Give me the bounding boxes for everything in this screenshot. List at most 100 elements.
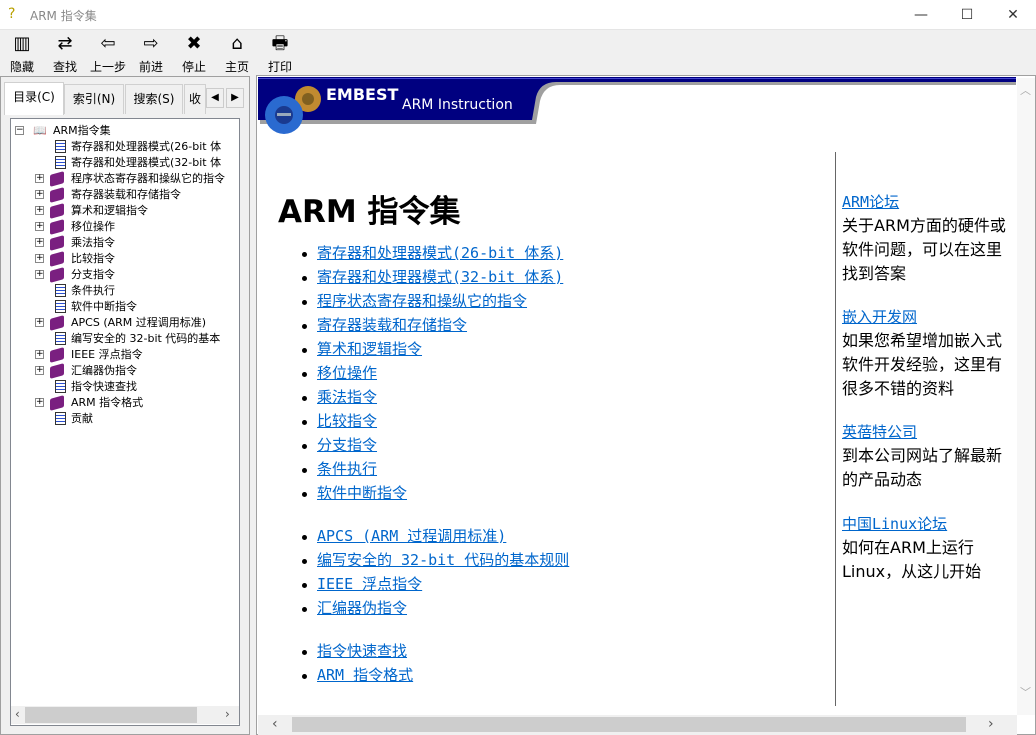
list-item: 软件中断指令: [302, 481, 407, 505]
back-arrow-icon: ⇦: [100, 33, 116, 54]
list-item: 分支指令: [302, 433, 377, 457]
book-icon: [50, 203, 64, 219]
sidebar-link[interactable]: 中国Linux论坛: [842, 515, 947, 533]
toolbar-button-0[interactable]: ▥ 隐藏: [1, 33, 43, 75]
expand-icon[interactable]: +: [35, 190, 44, 199]
toolbar-button-4[interactable]: ✖ 停止: [173, 33, 215, 75]
stop-icon: ✖: [186, 33, 202, 54]
scroll-down-icon[interactable]: ﹀: [1020, 684, 1031, 700]
toolbar-button-5[interactable]: ⌂ 主页: [216, 33, 258, 75]
sidebar-description: 到本公司网站了解最新的产品动态: [842, 446, 1003, 489]
topic-link[interactable]: 比较指令: [317, 412, 377, 430]
expand-icon[interactable]: +: [35, 174, 44, 183]
tab-index[interactable]: 索引(N): [64, 84, 124, 114]
expand-icon[interactable]: +: [35, 270, 44, 279]
page-icon: [55, 140, 66, 153]
horizontal-scrollbar[interactable]: ‹ ›: [258, 715, 1017, 735]
list-item: 寄存器和处理器模式(32-bit 体系): [302, 265, 563, 289]
topic-link[interactable]: 程序状态寄存器和操纵它的指令: [317, 292, 527, 310]
tree-horizontal-scrollbar[interactable]: ‹ ›: [11, 706, 239, 724]
maximize-button[interactable]: ☐: [944, 0, 990, 30]
tree-item-label: 分支指令: [71, 268, 115, 281]
topic-link[interactable]: 移位操作: [317, 364, 377, 382]
close-button[interactable]: ✕: [990, 0, 1036, 30]
tree-item-label: ARM 指令格式: [71, 396, 144, 409]
topic-link[interactable]: 算术和逻辑指令: [317, 340, 422, 358]
expand-icon[interactable]: +: [35, 254, 44, 263]
toolbar-button-1[interactable]: ⇄ 查找: [44, 33, 86, 75]
page-icon: [55, 412, 66, 425]
expand-icon[interactable]: +: [35, 350, 44, 359]
topic-link[interactable]: 汇编器伪指令: [317, 599, 407, 617]
tab-scroll-right-button[interactable]: ▶: [226, 88, 244, 108]
topic-link[interactable]: 寄存器装载和存储指令: [317, 316, 467, 334]
sidebar-link[interactable]: 嵌入开发网: [842, 308, 917, 326]
toolbar-button-label: 查找: [52, 60, 77, 74]
minimize-button[interactable]: —: [898, 0, 944, 30]
tree-item-label: 条件执行: [71, 284, 115, 297]
vertical-scrollbar[interactable]: ︿ ﹀: [1017, 78, 1035, 715]
tree-item-label: APCS (ARM 过程调用标准): [71, 316, 207, 329]
toolbar-button-label: 打印: [267, 60, 292, 74]
scroll-up-icon[interactable]: ︿: [1020, 82, 1031, 98]
page-title: ARM 指令集: [278, 194, 461, 230]
tree-item-label: 程序状态寄存器和操纵它的指令: [71, 172, 225, 185]
topic-link[interactable]: 条件执行: [317, 460, 377, 478]
scroll-right-icon[interactable]: ›: [988, 716, 994, 732]
scroll-left-icon[interactable]: ‹: [15, 707, 20, 721]
expand-icon[interactable]: +: [35, 398, 44, 407]
banner-brand: EMBEST: [326, 85, 399, 104]
sidebar-link[interactable]: ARM论坛: [842, 193, 899, 211]
toolbar-button-label: 上一步: [89, 60, 126, 74]
sidebar-entry: ARM论坛 关于ARM方面的硬件或软件问题，可以在这里找到答案: [842, 190, 1012, 286]
toolbar-button-label: 前进: [138, 60, 163, 74]
book-icon: [50, 235, 64, 251]
topic-link[interactable]: APCS (ARM 过程调用标准): [317, 527, 506, 545]
sidebar-link[interactable]: 英蓓特公司: [842, 423, 917, 441]
toolbar-button-6[interactable]: 🖶 打印: [259, 33, 301, 75]
contents-tree: − 📖 ARM指令集 寄存器和处理器模式(26-bit 体寄存器和处理器模式(3…: [10, 118, 240, 726]
hide-icon: ▥: [13, 33, 31, 54]
tree-item-label: 贡献: [71, 412, 93, 425]
topic-link[interactable]: 编写安全的 32-bit 代码的基本规则: [317, 551, 569, 569]
expand-icon[interactable]: +: [35, 206, 44, 215]
list-item: 乘法指令: [302, 385, 377, 409]
page-icon: [55, 332, 66, 345]
list-item: APCS (ARM 过程调用标准): [302, 524, 506, 548]
list-item: 移位操作: [302, 361, 377, 385]
topic-link[interactable]: IEEE 浮点指令: [317, 575, 422, 593]
topic-link[interactable]: 寄存器和处理器模式(32-bit 体系): [317, 268, 563, 286]
book-icon: [50, 347, 64, 363]
tab-favorites[interactable]: 收: [184, 84, 206, 114]
scrollbar-thumb[interactable]: [25, 707, 197, 723]
topic-link[interactable]: 指令快速查找: [317, 642, 407, 660]
expand-icon[interactable]: +: [35, 366, 44, 375]
sidebar-entry: 英蓓特公司到本公司网站了解最新的产品动态: [842, 420, 1012, 492]
book-icon: [50, 251, 64, 267]
toolbar-button-label: 主页: [224, 60, 249, 74]
expand-icon[interactable]: +: [35, 318, 44, 327]
tab-contents[interactable]: 目录(C): [4, 82, 64, 115]
toolbar-button-2[interactable]: ⇦ 上一步: [87, 33, 129, 75]
tab-scroll-left-button[interactable]: ◀: [206, 88, 224, 108]
open-book-icon: 📖: [33, 124, 47, 137]
tree-item-label: 指令快速查找: [71, 380, 137, 393]
sidebar-description: 如果您希望增加嵌入式软件开发经验，这里有很多不错的资料: [842, 331, 1003, 398]
topic-link[interactable]: 乘法指令: [317, 388, 377, 406]
collapse-icon[interactable]: −: [15, 126, 24, 135]
scroll-left-icon[interactable]: ‹: [272, 716, 278, 732]
toolbar-button-3[interactable]: ⇨ 前进: [130, 33, 172, 75]
expand-icon[interactable]: +: [35, 222, 44, 231]
scroll-right-icon[interactable]: ›: [225, 707, 230, 721]
scrollbar-thumb[interactable]: [292, 717, 966, 732]
list-item: 比较指令: [302, 409, 377, 433]
topic-link[interactable]: 分支指令: [317, 436, 377, 454]
topic-link[interactable]: 软件中断指令: [317, 484, 407, 502]
topic-link[interactable]: ARM 指令格式: [317, 666, 413, 684]
tab-search[interactable]: 搜索(S): [125, 84, 183, 114]
page-icon: [55, 380, 66, 393]
book-icon: [50, 171, 64, 187]
topic-link[interactable]: 寄存器和处理器模式(26-bit 体系): [317, 244, 563, 262]
page-icon: [55, 300, 66, 313]
expand-icon[interactable]: +: [35, 238, 44, 247]
